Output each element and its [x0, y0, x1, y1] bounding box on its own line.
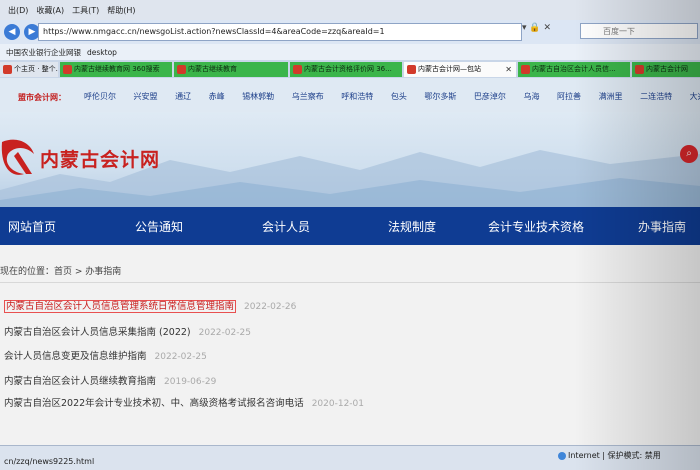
city-list: 呼伦贝尔 兴安盟 通辽 赤峰 锡林郭勒 乌兰察布 呼和浩特 包头 鄂尔多斯 巴彦…: [84, 91, 700, 102]
tab[interactable]: 内蒙古会计资格评价网 36...: [290, 62, 402, 77]
nav-accountants[interactable]: 会计人员: [262, 218, 310, 235]
tab-favicon-icon: [177, 65, 186, 74]
tab-favicon-icon: [3, 65, 12, 74]
tab-favicon-icon: [521, 65, 530, 74]
list-item-title[interactable]: 内蒙古自治区会计人员信息管理系统日常信息管理指南: [4, 300, 237, 313]
tab[interactable]: 个主页 · 整个...: [0, 62, 58, 77]
list-item-title[interactable]: 会计人员信息变更及信息维护指南: [4, 351, 147, 362]
list-item-date: 2022-02-25: [154, 352, 207, 362]
tab[interactable]: 内蒙古会计网: [632, 62, 700, 77]
tab[interactable]: 内蒙古自治区会计人员信...: [518, 62, 630, 77]
address-bar[interactable]: https://www.nmgacc.cn/newsgoList.action?…: [38, 23, 522, 41]
favorite-item[interactable]: desktop: [87, 48, 117, 57]
city-links-bar: 盟市会计网： 呼伦贝尔 兴安盟 通辽 赤峰 锡林郭勒 乌兰察布 呼和浩特 包头 …: [0, 78, 700, 112]
tab-favicon-icon: [635, 65, 644, 74]
city-link[interactable]: 鄂尔多斯: [424, 92, 456, 101]
breadcrumb: 现在的位置：首页 > 办事指南: [0, 267, 122, 277]
city-link[interactable]: 呼和浩特: [341, 92, 373, 101]
nav-regulations[interactable]: 法规制度: [388, 218, 436, 235]
list-item-date: 2022-02-26: [244, 302, 297, 312]
list-item: 内蒙古自治区会计人员继续教育指南 2019-06-29: [4, 373, 216, 387]
screen: 出(D) 收藏(A) 工具(T) 帮助(H) ◀ ▶ https://www.n…: [0, 0, 700, 470]
close-icon[interactable]: ✕: [505, 62, 512, 77]
nav-qualification[interactable]: 会计专业技术资格: [488, 218, 584, 235]
site-banner: 内蒙古会计网 ⌕: [0, 112, 700, 207]
menu-item[interactable]: 工具(T): [72, 5, 99, 16]
menu-bar: 出(D) 收藏(A) 工具(T) 帮助(H): [0, 0, 700, 21]
search-icon[interactable]: ⌕: [680, 145, 698, 163]
globe-icon: [558, 451, 566, 460]
nav-notices[interactable]: 公告通知: [135, 218, 183, 235]
content-area: 现在的位置：首页 > 办事指南 内蒙古自治区会计人员信息管理系统日常信息管理指南…: [0, 245, 700, 445]
favorite-item[interactable]: 中国农业银行企业网银: [6, 47, 81, 58]
city-label: 盟市会计网：: [18, 93, 66, 102]
city-link[interactable]: 大兴安: [690, 92, 700, 101]
tab[interactable]: 内蒙古继续教育网 360搜索: [60, 62, 172, 77]
tab-favicon-icon: [63, 65, 72, 74]
list-item-title[interactable]: 内蒙古自治区2022年会计专业技术初、中、高级资格考试报名咨询电话: [4, 398, 304, 409]
city-link[interactable]: 巴彦淖尔: [474, 92, 506, 101]
divider: [0, 282, 700, 283]
list-item: 会计人员信息变更及信息维护指南 2022-02-25: [4, 348, 207, 362]
address-tools[interactable]: ▾ 🔒 ✕: [522, 23, 572, 39]
list-item-title[interactable]: 内蒙古自治区会计人员信息采集指南 (2022): [4, 327, 191, 338]
back-icon[interactable]: ◀: [4, 24, 20, 40]
site-logo-text[interactable]: 内蒙古会计网: [40, 145, 160, 172]
tab-favicon-icon: [293, 65, 302, 74]
list-item-date: 2020-12-01: [311, 399, 364, 409]
city-link[interactable]: 呼伦贝尔: [84, 92, 116, 101]
site-logo-icon: [1, 139, 34, 175]
tab-strip: 个主页 · 整个... 内蒙古继续教育网 360搜索 内蒙古继续教育 内蒙古会计…: [0, 60, 700, 79]
security-zone: Internet | 保护模式: 禁用: [558, 450, 661, 461]
nav-guide[interactable]: 办事指南: [638, 218, 686, 235]
tab-favicon-icon: [407, 65, 416, 74]
city-link[interactable]: 兴安盟: [134, 92, 158, 101]
city-link[interactable]: 通辽: [175, 92, 191, 101]
menu-item[interactable]: 收藏(A): [36, 5, 64, 16]
tab-active[interactable]: 内蒙古会计网—包站 ✕: [404, 62, 516, 77]
status-url: cn/zzq/news9225.html: [4, 457, 95, 466]
list-item: 内蒙古自治区2022年会计专业技术初、中、高级资格考试报名咨询电话 2020-12…: [4, 395, 364, 409]
list-item-date: 2019-06-29: [164, 377, 217, 387]
city-link[interactable]: 二连浩特: [640, 92, 672, 101]
city-link[interactable]: 包头: [391, 92, 407, 101]
city-link[interactable]: 满洲里: [599, 92, 623, 101]
list-item: 内蒙古自治区会计人员信息采集指南 (2022) 2022-02-25: [4, 324, 251, 338]
city-link[interactable]: 乌海: [523, 92, 539, 101]
list-item: 内蒙古自治区会计人员信息管理系统日常信息管理指南 2022-02-26: [4, 298, 297, 313]
menu-item[interactable]: 帮助(H): [107, 5, 135, 16]
favorites-bar: 中国农业银行企业网银 desktop: [0, 44, 700, 61]
main-nav: 网站首页 公告通知 会计人员 法规制度 会计专业技术资格 办事指南: [0, 207, 700, 245]
nav-home[interactable]: 网站首页: [8, 218, 56, 235]
city-link[interactable]: 乌兰察布: [292, 92, 324, 101]
search-input[interactable]: 百度一下: [580, 23, 698, 39]
menu-item[interactable]: 出(D): [8, 5, 28, 16]
tab[interactable]: 内蒙古继续教育: [174, 62, 288, 77]
list-item-date: 2022-02-25: [198, 328, 251, 338]
list-item-title[interactable]: 内蒙古自治区会计人员继续教育指南: [4, 376, 156, 387]
city-link[interactable]: 阿拉善: [557, 92, 581, 101]
address-row: ◀ ▶ https://www.nmgacc.cn/newsgoList.act…: [0, 20, 700, 45]
city-link[interactable]: 锡林郭勒: [242, 92, 274, 101]
city-link[interactable]: 赤峰: [209, 92, 225, 101]
status-bar: cn/zzq/news9225.html Internet | 保护模式: 禁用: [0, 445, 700, 470]
